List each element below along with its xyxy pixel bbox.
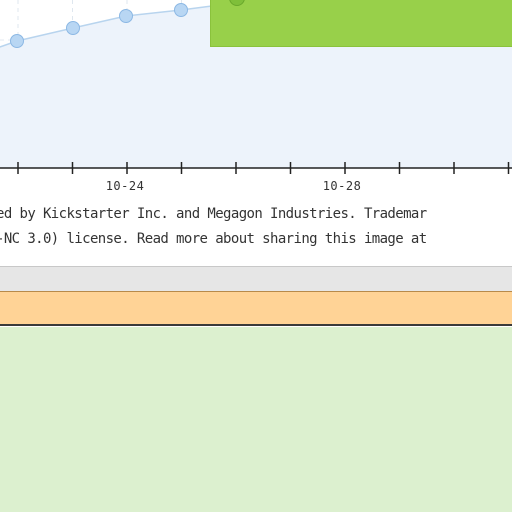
legend-marker-icon <box>229 0 245 6</box>
header-bar <box>0 291 512 326</box>
license-text-line: -NC 3.0) license. Read more about sharin… <box>0 231 427 247</box>
license-text-line: ed by Kickstarter Inc. and Megagon Indus… <box>0 206 427 222</box>
data-point <box>66 21 80 35</box>
license-notice: ed by Kickstarter Inc. and Megagon Indus… <box>0 200 512 266</box>
x-tick-label: 10-28 <box>323 179 362 193</box>
chart-legend-box <box>210 0 512 47</box>
pledge-chart: 10-24 10-28 <box>0 0 512 208</box>
x-tick-label: 10-24 <box>106 179 145 193</box>
data-point <box>119 9 133 23</box>
content-panel <box>0 327 512 512</box>
page: 10-24 10-28 ed by Kickstarter Inc. and M… <box>0 0 512 512</box>
data-point <box>174 3 188 17</box>
data-point <box>10 34 24 48</box>
section-divider <box>0 266 512 292</box>
